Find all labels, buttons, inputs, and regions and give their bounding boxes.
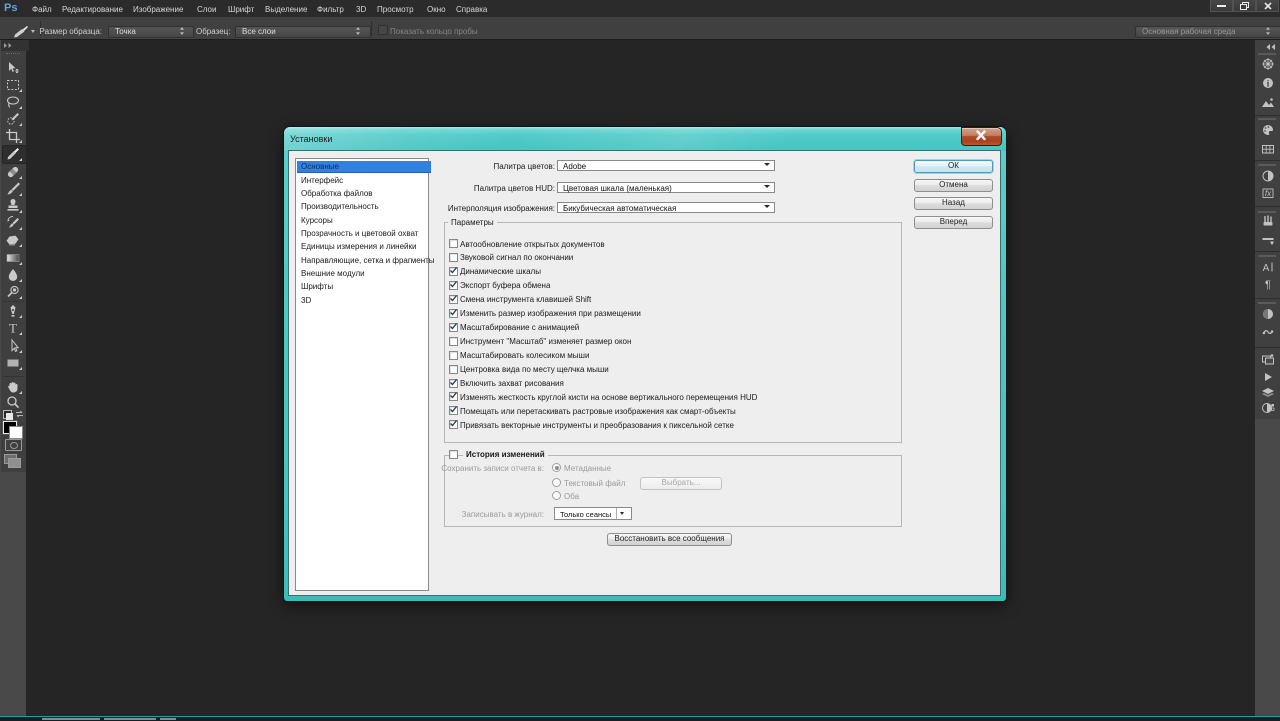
svg-text:¶: ¶ [1265,279,1271,291]
svg-text:fx: fx [1265,189,1272,198]
svg-text:A: A [1263,263,1270,274]
svg-text:T: T [9,321,17,336]
